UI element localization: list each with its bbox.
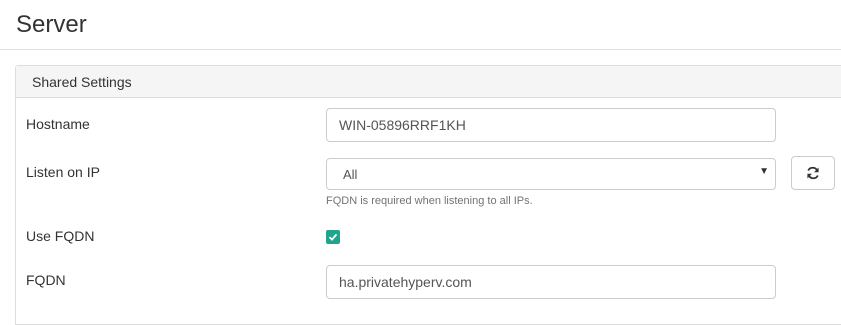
- fqdn-input[interactable]: [326, 265, 776, 299]
- hostname-label: Hostname: [26, 116, 90, 132]
- page-title: Server: [16, 11, 87, 38]
- listen-on-ip-help-text: FQDN is required when listening to all I…: [326, 195, 533, 207]
- refresh-button[interactable]: [791, 156, 835, 190]
- page-header: Server: [0, 0, 841, 50]
- hostname-input[interactable]: [326, 108, 776, 142]
- chevron-down-icon: ▼: [759, 166, 769, 177]
- use-fqdn-label: Use FQDN: [26, 228, 95, 244]
- panel-heading: Shared Settings: [16, 66, 841, 98]
- fqdn-label: FQDN: [26, 272, 66, 288]
- listen-on-ip-selected-value: All: [343, 167, 358, 182]
- listen-on-ip-label: Listen on IP: [26, 164, 100, 180]
- listen-on-ip-select[interactable]: All ▼: [326, 158, 776, 190]
- panel-title: Shared Settings: [32, 74, 132, 90]
- use-fqdn-checkbox[interactable]: [326, 230, 340, 244]
- checkmark-icon: [328, 233, 338, 241]
- refresh-icon: [807, 166, 819, 180]
